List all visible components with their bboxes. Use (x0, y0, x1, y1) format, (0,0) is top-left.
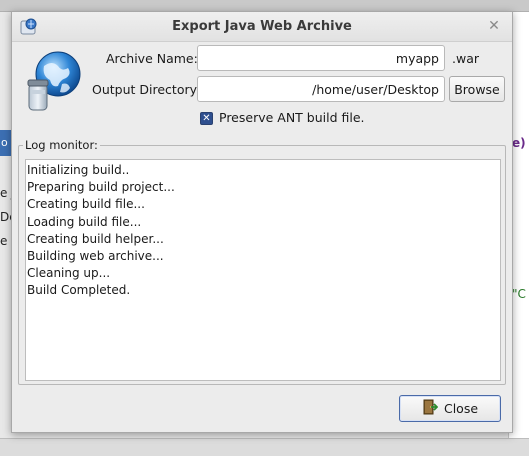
output-directory-label: Output Directory: (92, 82, 201, 97)
war-suffix: .war (452, 51, 479, 66)
log-line: Preparing build project... (27, 180, 175, 195)
log-output-area[interactable]: Initializing build.. Preparing build pro… (25, 159, 501, 381)
close-button[interactable]: Close (399, 395, 501, 422)
output-directory-input[interactable] (197, 76, 445, 102)
log-line: Loading build file... (27, 214, 142, 229)
log-line: Creating build file... (27, 197, 145, 212)
log-monitor-legend: Log monitor: (23, 138, 100, 152)
dialog-title: Export Java Web Archive (172, 19, 352, 34)
exit-door-icon (422, 399, 439, 418)
archive-name-input[interactable] (197, 45, 445, 71)
close-icon[interactable]: ✕ (486, 18, 502, 34)
log-line: Build Completed. (27, 283, 131, 298)
background-right-fragment: "C (512, 287, 526, 301)
log-line: Creating build helper... (27, 231, 164, 246)
log-line: Building web archive... (27, 249, 164, 264)
preserve-ant-label: Preserve ANT build file. (219, 110, 365, 125)
background-right-fragment: e) (512, 136, 526, 150)
java-web-archive-icon (22, 48, 84, 112)
preserve-ant-checkbox[interactable]: ✕ (200, 112, 213, 125)
log-line: Initializing build.. (27, 163, 130, 177)
export-war-dialog: Export Java Web Archive ✕ Archive Name: … (11, 11, 513, 433)
browse-button[interactable]: Browse (449, 76, 505, 102)
dialog-titlebar[interactable]: Export Java Web Archive ✕ (12, 12, 512, 42)
background-status-bar (0, 438, 529, 456)
log-monitor-group: Log monitor: Initializing build.. Prepar… (18, 138, 506, 385)
close-button-label: Close (443, 401, 479, 416)
log-line: Cleaning up... (27, 266, 111, 281)
archive-name-label: Archive Name: (106, 51, 198, 66)
